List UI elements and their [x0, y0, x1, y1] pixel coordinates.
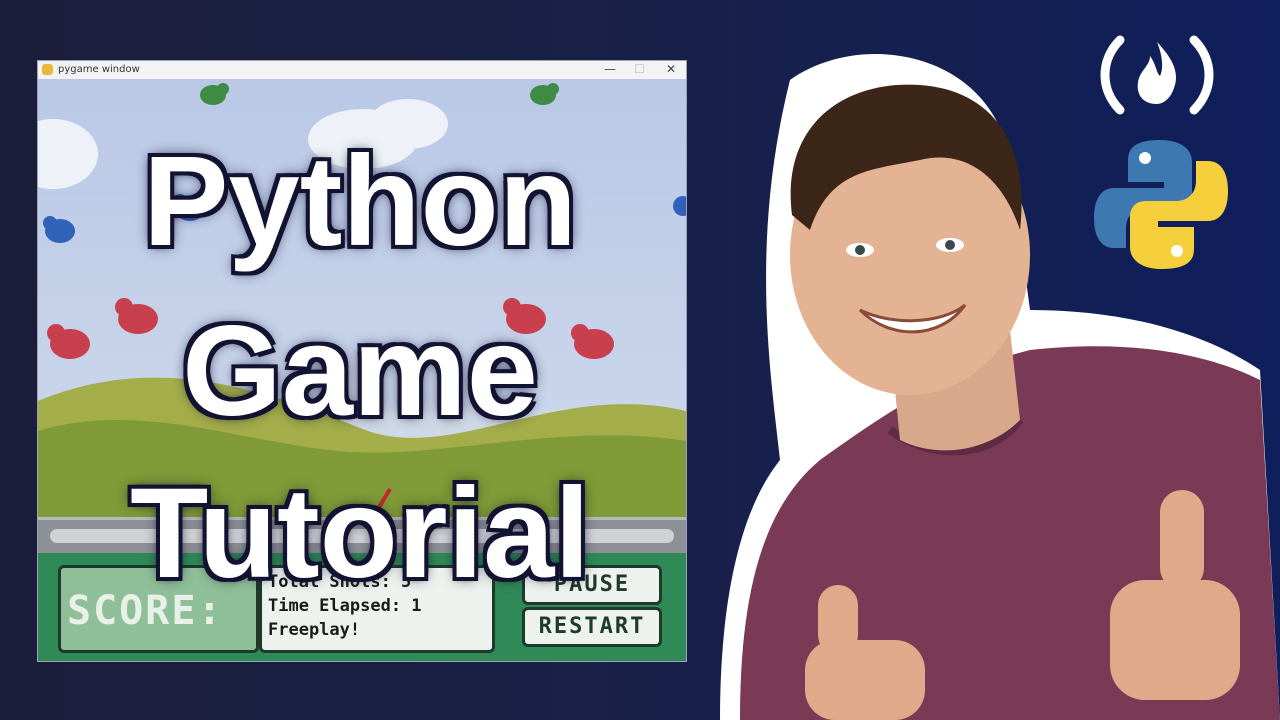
title-line-tutorial: Tutorial: [130, 462, 590, 605]
freecodecamp-logo: [1092, 30, 1222, 120]
title-line-python: Python: [143, 130, 577, 273]
title-line-game: Game: [182, 300, 538, 443]
bird-icon: [200, 83, 229, 105]
bird-icon: [530, 83, 559, 105]
flame-icon: [1137, 42, 1177, 104]
stat-mode: Freeplay!: [268, 620, 361, 640]
restart-button[interactable]: RESTART: [522, 607, 662, 647]
